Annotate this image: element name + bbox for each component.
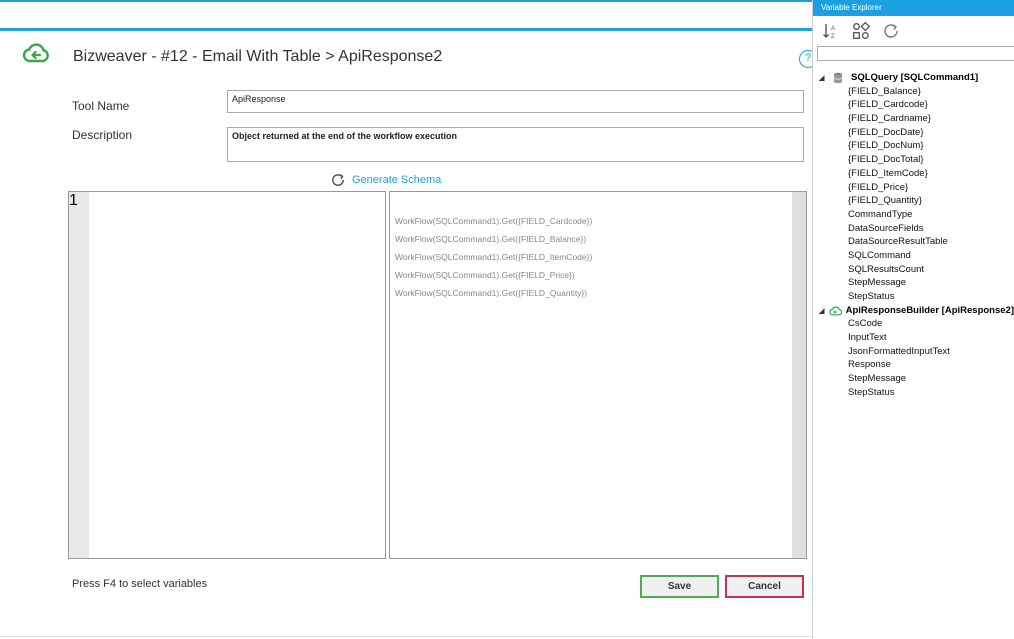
svg-text:Z: Z	[831, 34, 835, 40]
tree-item[interactable]: StepStatus	[813, 386, 1014, 400]
variable-explorer-toolbar: A Z	[813, 16, 1014, 46]
tree-item[interactable]: {FIELD_ItemCode}	[813, 167, 1014, 181]
list-item[interactable]: WorkFlow(SQLCommand1).Get({FIELD_Price})	[395, 270, 592, 288]
variable-explorer-panel: Variable Explorer A Z ◢ SQLQuery [SQLCom…	[812, 0, 1014, 639]
tree-item[interactable]: StepMessage	[813, 372, 1014, 386]
cloud-back-icon	[22, 43, 49, 63]
tool-name-label: Tool Name	[72, 99, 130, 113]
app-root: Bizweaver - #12 - Email With Table > Api…	[0, 0, 1014, 639]
f4-hint: Press F4 to select variables	[72, 578, 208, 590]
tool-name-input[interactable]: ApiResponse	[227, 90, 804, 113]
expand-arrow-icon[interactable]: ◢	[819, 307, 829, 315]
vertical-scrollbar[interactable]	[792, 192, 806, 558]
tree-item[interactable]: CsCode	[813, 317, 1014, 331]
list-item[interactable]: WorkFlow(SQLCommand1).Get({FIELD_ItemCod…	[395, 252, 592, 270]
generate-schema-label: Generate Schema	[352, 174, 442, 186]
svg-text:A: A	[831, 26, 835, 32]
tree-item[interactable]: {FIELD_DocTotal}	[813, 153, 1014, 167]
variable-search-input[interactable]	[817, 46, 1014, 61]
expand-arrow-icon[interactable]: ◢	[819, 74, 833, 82]
tree-item[interactable]: {FIELD_Cardname}	[813, 112, 1014, 126]
tree-item[interactable]: DataSourceResultTable	[813, 235, 1014, 249]
cloud-icon	[829, 305, 842, 317]
tree-item[interactable]: {FIELD_DocNum}	[813, 139, 1014, 153]
tree-item[interactable]: SQLResultsCount	[813, 263, 1014, 277]
divider	[0, 636, 812, 637]
generate-schema-button[interactable]: Generate Schema	[330, 172, 441, 188]
tree-item[interactable]: {FIELD_Cardcode}	[813, 98, 1014, 112]
database-icon	[833, 72, 847, 84]
description-label: Description	[72, 128, 133, 142]
variable-list-box[interactable]: WorkFlow(SQLCommand1).Get({FIELD_Cardcod…	[389, 191, 807, 559]
variable-tree: ◢ SQLQuery [SQLCommand1] {FIELD_Balance}…	[813, 61, 1014, 400]
description-input[interactable]: Object returned at the end of the workfl…	[227, 127, 804, 162]
list-item[interactable]: WorkFlow(SQLCommand1).Get({FIELD_Balance…	[395, 234, 592, 252]
variable-explorer-title: Variable Explorer	[813, 0, 1014, 16]
header-accent-bar	[0, 28, 812, 31]
tree-item[interactable]: CommandType	[813, 208, 1014, 222]
tree-item[interactable]: {FIELD_DocDate}	[813, 126, 1014, 140]
tree-item[interactable]: StepMessage	[813, 276, 1014, 290]
sort-az-icon[interactable]: A Z	[821, 21, 841, 41]
tree-item[interactable]: StepStatus	[813, 290, 1014, 304]
refresh-icon[interactable]	[881, 21, 901, 41]
tree-item[interactable]: {FIELD_Quantity}	[813, 194, 1014, 208]
api-response-dialog: Bizweaver - #12 - Email With Table > Api…	[0, 0, 817, 639]
category-view-icon[interactable]	[851, 21, 871, 41]
tree-item[interactable]: {FIELD_Price}	[813, 181, 1014, 195]
page-title: Bizweaver - #12 - Email With Table > Api…	[73, 48, 443, 65]
tree-item[interactable]: JsonFormattedInputText	[813, 345, 1014, 359]
tree-group-sqlquery[interactable]: ◢ SQLQuery [SQLCommand1]	[813, 71, 1014, 85]
list-item[interactable]: WorkFlow(SQLCommand1).Get({FIELD_Cardcod…	[395, 216, 592, 234]
tree-item[interactable]: SQLCommand	[813, 249, 1014, 263]
tree-item[interactable]: InputText	[813, 331, 1014, 345]
list-item[interactable]: WorkFlow(SQLCommand1).Get({FIELD_Quantit…	[395, 288, 592, 306]
variable-list: WorkFlow(SQLCommand1).Get({FIELD_Cardcod…	[395, 216, 592, 306]
tree-group-label: SQLQuery [SQLCommand1]	[851, 72, 979, 84]
refresh-icon	[332, 173, 344, 186]
code-editor[interactable]: 1	[68, 191, 386, 559]
tree-group-label: ApiResponseBuilder [ApiResponse2]	[845, 305, 1014, 317]
tree-item[interactable]: Response	[813, 358, 1014, 372]
cancel-button[interactable]: Cancel	[725, 575, 804, 598]
tree-group-apiresponsebuilder[interactable]: ◢ ApiResponseBuilder [ApiResponse2]	[813, 304, 1014, 318]
tree-item[interactable]: {FIELD_Balance}	[813, 85, 1014, 99]
save-button[interactable]: Save	[640, 575, 719, 598]
tree-item[interactable]: DataSourceFields	[813, 222, 1014, 236]
line-number: 1	[69, 192, 78, 209]
